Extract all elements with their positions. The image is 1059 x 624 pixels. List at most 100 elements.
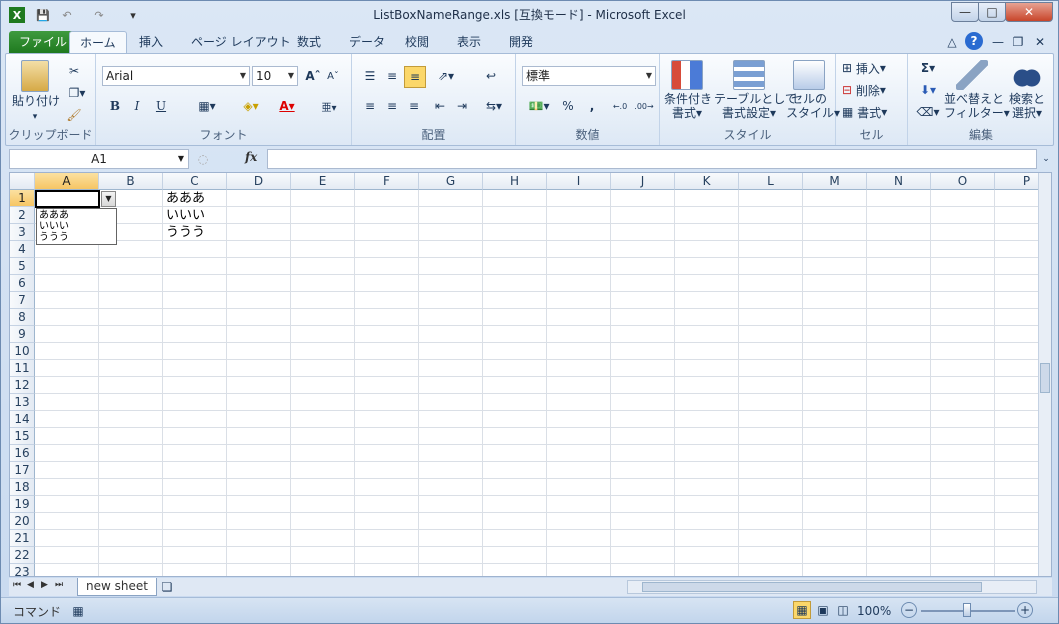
vertical-scrollbar[interactable] bbox=[1038, 173, 1051, 576]
row-header-12[interactable]: 12 bbox=[10, 377, 35, 394]
row-header-17[interactable]: 17 bbox=[10, 462, 35, 479]
select-all-corner[interactable] bbox=[10, 173, 35, 190]
underline-button[interactable]: U bbox=[152, 96, 170, 116]
font-size-combo[interactable]: 10 ▼ bbox=[252, 66, 298, 86]
row-header-14[interactable]: 14 bbox=[10, 411, 35, 428]
font-name-combo[interactable]: Arial ▼ bbox=[102, 66, 250, 86]
comma-button[interactable]: , bbox=[584, 96, 600, 116]
name-box-dropdown-icon[interactable]: ▼ bbox=[178, 150, 184, 168]
column-header-o[interactable]: O bbox=[931, 173, 995, 190]
sort-filter-button[interactable]: 並べ替えと フィルター▾ bbox=[944, 60, 1010, 120]
align-top-icon[interactable]: ☰ bbox=[360, 66, 380, 86]
tab-data[interactable]: データ bbox=[339, 31, 395, 53]
worksheet-grid[interactable]: ABCDEFGHIJKLMNOP 1 2 3 4 5 6 7 8 9 10 11 12 13 14 15 16… bbox=[9, 172, 1052, 577]
find-select-button[interactable]: 検索と 選択▾ bbox=[1002, 60, 1052, 120]
tab-insert[interactable]: 挿入 bbox=[129, 31, 173, 53]
next-sheet-icon[interactable]: ▶ bbox=[41, 580, 48, 590]
row-header-19[interactable]: 19 bbox=[10, 496, 35, 513]
column-header-n[interactable]: N bbox=[867, 173, 931, 190]
row-header-20[interactable]: 20 bbox=[10, 513, 35, 530]
row-header-7[interactable]: 7 bbox=[10, 292, 35, 309]
tab-developer[interactable]: 開発 bbox=[499, 31, 543, 53]
macro-record-icon[interactable]: ▦ bbox=[69, 602, 87, 620]
row-header-13[interactable]: 13 bbox=[10, 394, 35, 411]
insert-sheet-icon[interactable]: ❏ bbox=[159, 579, 175, 595]
column-header-b[interactable]: B bbox=[99, 173, 163, 190]
paste-button[interactable]: 貼り付け ▾ bbox=[12, 60, 60, 124]
tab-home[interactable]: ホーム bbox=[69, 31, 127, 53]
zoom-in-icon[interactable]: + bbox=[1017, 602, 1033, 618]
insert-cells-button[interactable]: ⊞ 挿入 ▾ bbox=[842, 58, 904, 78]
align-left-icon[interactable]: ≡ bbox=[360, 96, 380, 116]
column-header-j[interactable]: J bbox=[611, 173, 675, 190]
last-sheet-icon[interactable]: ⏭ bbox=[55, 580, 63, 590]
percent-button[interactable]: % bbox=[560, 96, 576, 116]
row-header-4[interactable]: 4 bbox=[10, 241, 35, 258]
align-bottom-icon[interactable]: ≡ bbox=[404, 66, 426, 88]
orientation-icon[interactable]: ⇗▾ bbox=[432, 66, 460, 86]
decrease-decimal-icon[interactable]: .00→ bbox=[634, 96, 654, 116]
row-header-23[interactable]: 23 bbox=[10, 564, 35, 576]
italic-button[interactable]: I bbox=[128, 96, 146, 116]
maximize-button[interactable]: □ bbox=[978, 2, 1006, 22]
name-box[interactable]: A1 ▼ bbox=[9, 149, 189, 169]
listbox-dropdown-button[interactable]: ▼ bbox=[101, 191, 116, 207]
close-button[interactable]: ✕ bbox=[1005, 2, 1053, 22]
autosum-icon[interactable]: Σ▾ bbox=[914, 58, 942, 78]
zoom-out-icon[interactable]: − bbox=[901, 602, 917, 618]
row-header-1[interactable]: 1 bbox=[10, 190, 35, 207]
cell-c2[interactable]: いいい bbox=[163, 207, 205, 224]
insert-function-icon[interactable]: fx bbox=[245, 150, 257, 164]
page-break-view-icon[interactable]: ◫ bbox=[834, 601, 852, 619]
row-header-6[interactable]: 6 bbox=[10, 275, 35, 292]
row-header-11[interactable]: 11 bbox=[10, 360, 35, 377]
column-header-f[interactable]: F bbox=[355, 173, 419, 190]
row-header-9[interactable]: 9 bbox=[10, 326, 35, 343]
formula-input[interactable] bbox=[267, 149, 1037, 169]
phonetic-icon[interactable]: 亜▾ bbox=[316, 96, 342, 116]
first-sheet-icon[interactable]: ⏮ bbox=[13, 580, 21, 590]
column-header-a[interactable]: A bbox=[35, 173, 99, 190]
listbox-dropdown[interactable]: あああ いいい ううう bbox=[36, 208, 117, 245]
workbook-restore-icon[interactable]: ❐ bbox=[1011, 35, 1025, 49]
column-header-i[interactable]: I bbox=[547, 173, 611, 190]
minimize-ribbon-icon[interactable]: △ bbox=[945, 35, 959, 49]
format-painter-icon[interactable]: 🖌 bbox=[64, 106, 84, 124]
accounting-format-icon[interactable]: 💵▾ bbox=[524, 96, 554, 116]
delete-cells-button[interactable]: ⊟ 削除 ▾ bbox=[842, 80, 904, 100]
zoom-level[interactable]: 100% bbox=[857, 602, 891, 620]
listbox-item[interactable]: ううう bbox=[39, 232, 114, 243]
normal-view-icon[interactable]: ▦ bbox=[793, 601, 811, 619]
help-icon[interactable]: ? bbox=[965, 32, 983, 50]
number-format-combo[interactable]: 標準 ▼ bbox=[522, 66, 656, 86]
listbox-item[interactable]: いいい bbox=[39, 221, 114, 232]
row-header-8[interactable]: 8 bbox=[10, 309, 35, 326]
row-header-21[interactable]: 21 bbox=[10, 530, 35, 547]
workbook-close-icon[interactable]: ✕ bbox=[1033, 35, 1047, 49]
grow-font-icon[interactable]: Aˆ bbox=[304, 66, 322, 86]
conditional-format-button[interactable]: 条件付き 書式▾ bbox=[664, 60, 712, 120]
cell-c3[interactable]: ううう bbox=[163, 224, 205, 241]
increase-indent-icon[interactable]: ⇥ bbox=[452, 96, 472, 116]
expand-formula-icon[interactable]: ⌄ bbox=[1039, 150, 1053, 168]
row-header-5[interactable]: 5 bbox=[10, 258, 35, 275]
sheet-tab-new-sheet[interactable]: new sheet bbox=[77, 578, 157, 596]
font-color-icon[interactable]: A▾ bbox=[272, 96, 302, 116]
row-header-16[interactable]: 16 bbox=[10, 445, 35, 462]
column-header-l[interactable]: L bbox=[739, 173, 803, 190]
align-center-icon[interactable]: ≡ bbox=[382, 96, 402, 116]
fill-icon[interactable]: ⬇▾ bbox=[914, 80, 942, 100]
merge-center-icon[interactable]: ⇆▾ bbox=[480, 96, 508, 116]
tab-file[interactable]: ファイル bbox=[9, 31, 78, 53]
row-header-10[interactable]: 10 bbox=[10, 343, 35, 360]
horizontal-scroll-thumb[interactable] bbox=[642, 582, 982, 592]
column-header-h[interactable]: H bbox=[483, 173, 547, 190]
cell-area[interactable]: あああ いいい ううう bbox=[35, 190, 1040, 576]
format-as-table-button[interactable]: テーブルとして 書式設定▾ bbox=[714, 60, 797, 120]
fill-color-icon[interactable]: ◈▾ bbox=[236, 96, 266, 116]
cut-icon[interactable]: ✂ bbox=[64, 62, 84, 80]
active-cell-a1[interactable] bbox=[35, 190, 100, 208]
column-header-d[interactable]: D bbox=[227, 173, 291, 190]
vertical-scroll-thumb[interactable] bbox=[1040, 363, 1050, 393]
format-cells-button[interactable]: ▦ 書式 ▾ bbox=[842, 102, 904, 122]
